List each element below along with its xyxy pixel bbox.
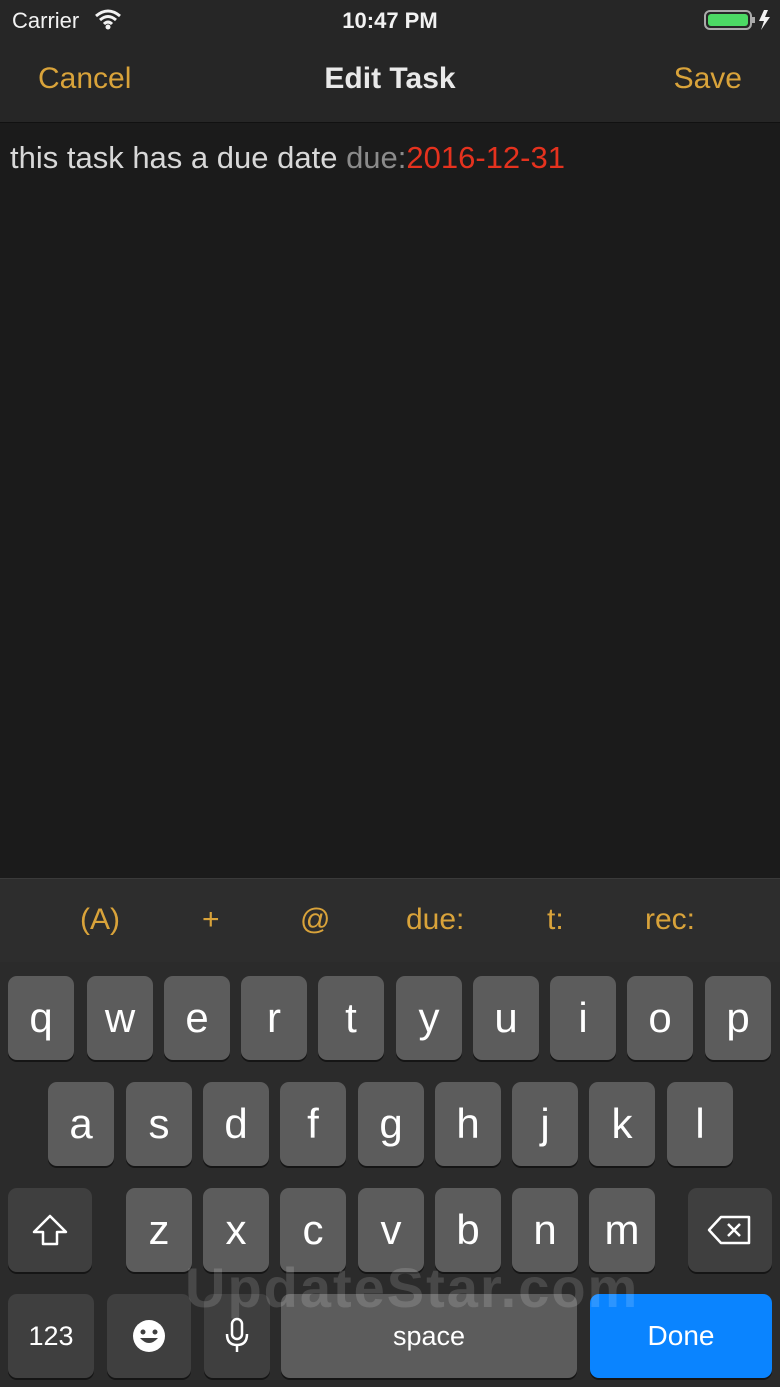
shortcut-toolbar: (A) + @ due: t: rec: (0, 878, 780, 963)
shift-key[interactable] (8, 1188, 92, 1272)
project-button[interactable]: + (202, 903, 220, 937)
save-button[interactable]: Save (674, 62, 742, 96)
key-w[interactable]: w (87, 976, 153, 1060)
key-q[interactable]: q (8, 976, 74, 1060)
context-button[interactable]: @ (300, 903, 330, 937)
key-i[interactable]: i (550, 976, 616, 1060)
key-s[interactable]: s (126, 1082, 192, 1166)
delete-key[interactable] (688, 1188, 772, 1272)
battery-icon (704, 9, 774, 36)
status-bar: Carrier 10:47 PM (0, 0, 780, 40)
page-title: Edit Task (324, 62, 456, 95)
key-t[interactable]: t (318, 976, 384, 1060)
key-p[interactable]: p (705, 976, 771, 1060)
due-button[interactable]: due: (406, 903, 464, 937)
emoji-icon (133, 1320, 165, 1352)
recurrence-button[interactable]: rec: (645, 903, 695, 937)
key-z[interactable]: z (126, 1188, 192, 1272)
key-e[interactable]: e (164, 976, 230, 1060)
delete-icon (707, 1215, 751, 1245)
key-j[interactable]: j (512, 1082, 578, 1166)
navigation-bar: Cancel Edit Task Save (0, 40, 780, 123)
key-k[interactable]: k (589, 1082, 655, 1166)
microphone-icon (225, 1317, 249, 1352)
key-f[interactable]: f (280, 1082, 346, 1166)
priority-button[interactable]: (A) (80, 903, 120, 937)
key-l[interactable]: l (667, 1082, 733, 1166)
threshold-button[interactable]: t: (547, 903, 564, 937)
due-date-value: 2016-12-31 (406, 140, 565, 175)
key-r[interactable]: r (241, 976, 307, 1060)
task-text: this task has a due date (10, 140, 347, 175)
numbers-key[interactable]: 123 (8, 1294, 94, 1378)
shift-icon (32, 1214, 68, 1246)
key-h[interactable]: h (435, 1082, 501, 1166)
emoji-key[interactable] (107, 1294, 191, 1378)
key-d[interactable]: d (203, 1082, 269, 1166)
due-prefix: due: (346, 140, 407, 175)
key-g[interactable]: g (358, 1082, 424, 1166)
key-a[interactable]: a (48, 1082, 114, 1166)
watermark: UpdateStar.com (185, 1256, 640, 1319)
clock: 10:47 PM (342, 8, 438, 33)
keyboard: q w e r t y u i o p a s d f g h j k l z … (0, 962, 780, 1387)
key-o[interactable]: o (627, 976, 693, 1060)
task-text-editor[interactable]: this task has a due date due:2016-12-31 (10, 138, 770, 178)
key-u[interactable]: u (473, 976, 539, 1060)
key-y[interactable]: y (396, 976, 462, 1060)
